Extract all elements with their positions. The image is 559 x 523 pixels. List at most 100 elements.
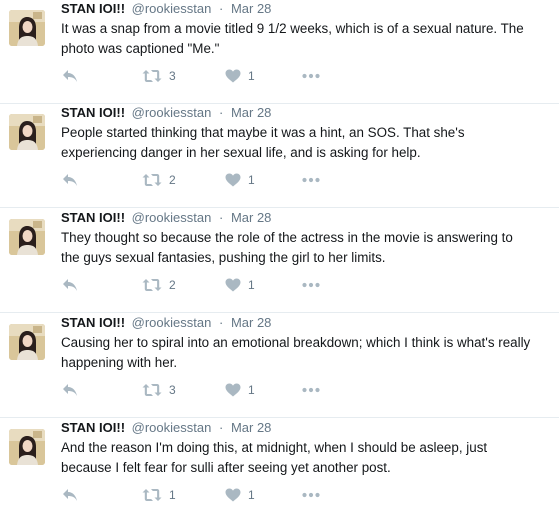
tweet-header: STAN IOI!! @rookiesstan · Mar 28 xyxy=(61,210,271,226)
more-dots-icon xyxy=(302,492,320,498)
user-name[interactable]: STAN IOI!! xyxy=(61,1,125,16)
reply-button[interactable] xyxy=(62,67,78,85)
more-button[interactable] xyxy=(302,486,320,504)
like-button[interactable]: 1 xyxy=(225,171,255,189)
like-button[interactable]: 1 xyxy=(225,67,255,85)
more-dots-icon xyxy=(302,282,320,288)
heart-icon xyxy=(225,383,241,397)
tweet-actions: 2 1 xyxy=(0,171,559,189)
like-button[interactable]: 1 xyxy=(225,486,255,504)
user-handle[interactable]: @rookiesstan xyxy=(132,210,212,225)
retweet-count: 1 xyxy=(169,488,176,502)
retweet-count: 3 xyxy=(169,383,176,397)
retweet-button[interactable]: 3 xyxy=(142,67,176,85)
avatar[interactable] xyxy=(9,429,45,465)
tweet-header: STAN IOI!! @rookiesstan · Mar 28 xyxy=(61,1,271,17)
retweet-icon xyxy=(142,173,162,187)
user-name[interactable]: STAN IOI!! xyxy=(61,105,125,120)
tweet-text-line: because I felt fear for sulli after seei… xyxy=(61,460,391,475)
user-handle[interactable]: @rookiesstan xyxy=(132,105,212,120)
tweet-text-line: Causing her to spiral into an emotional … xyxy=(61,335,531,350)
avatar[interactable] xyxy=(9,10,45,46)
tweet-text-line: experiencing danger in her sexual life, … xyxy=(61,145,421,160)
tweet-header: STAN IOI!! @rookiesstan · Mar 28 xyxy=(61,420,271,436)
tweet-actions: 3 1 xyxy=(0,381,559,399)
retweet-button[interactable]: 2 xyxy=(142,276,176,294)
tweet-text-line: And the reason I'm doing this, at midnig… xyxy=(61,440,488,455)
meta-separator: · xyxy=(218,1,224,16)
like-button[interactable]: 1 xyxy=(225,381,255,399)
tweet-actions: 1 1 xyxy=(0,486,559,504)
like-count: 1 xyxy=(248,173,255,187)
user-handle[interactable]: @rookiesstan xyxy=(132,315,212,330)
retweet-icon xyxy=(142,69,162,83)
heart-icon xyxy=(225,278,241,292)
tweet-text-line: People started thinking that maybe it wa… xyxy=(61,125,465,140)
avatar[interactable] xyxy=(9,324,45,360)
retweet-icon xyxy=(142,488,162,502)
meta-separator: · xyxy=(218,210,224,225)
reply-icon xyxy=(62,488,78,502)
more-button[interactable] xyxy=(302,67,320,85)
retweet-button[interactable]: 1 xyxy=(142,486,176,504)
retweet-icon xyxy=(142,383,162,397)
retweet-icon xyxy=(142,278,162,292)
reply-button[interactable] xyxy=(62,381,78,399)
user-handle[interactable]: @rookiesstan xyxy=(132,420,212,435)
tweet-date[interactable]: Mar 28 xyxy=(231,420,271,435)
user-name[interactable]: STAN IOI!! xyxy=(61,315,125,330)
more-dots-icon xyxy=(302,177,320,183)
reply-icon xyxy=(62,69,78,83)
tweet-date[interactable]: Mar 28 xyxy=(231,1,271,16)
more-button[interactable] xyxy=(302,276,320,294)
user-name[interactable]: STAN IOI!! xyxy=(61,210,125,225)
avatar[interactable] xyxy=(9,114,45,150)
more-dots-icon xyxy=(302,73,320,79)
reply-button[interactable] xyxy=(62,276,78,294)
tweet-date[interactable]: Mar 28 xyxy=(231,210,271,225)
reply-icon xyxy=(62,173,78,187)
like-count: 1 xyxy=(248,383,255,397)
meta-separator: · xyxy=(218,105,224,120)
reply-button[interactable] xyxy=(62,171,78,189)
retweet-count: 3 xyxy=(169,69,176,83)
tweet-text-line: It was a snap from a movie titled 9 1/2 … xyxy=(61,21,524,36)
tweet[interactable]: STAN IOI!! @rookiesstan · Mar 28 Causing… xyxy=(0,314,559,418)
tweet-date[interactable]: Mar 28 xyxy=(231,315,271,330)
meta-separator: · xyxy=(218,420,224,435)
more-button[interactable] xyxy=(302,171,320,189)
tweet-date[interactable]: Mar 28 xyxy=(231,105,271,120)
user-name[interactable]: STAN IOI!! xyxy=(61,420,125,435)
like-count: 1 xyxy=(248,69,255,83)
heart-icon xyxy=(225,488,241,502)
tweet-text-line: happening with her. xyxy=(61,355,178,370)
tweet-actions: 3 1 xyxy=(0,67,559,85)
tweet[interactable]: STAN IOI!! @rookiesstan · Mar 28 People … xyxy=(0,104,559,208)
tweet[interactable]: STAN IOI!! @rookiesstan · Mar 28 They th… xyxy=(0,209,559,313)
tweet-text: And the reason I'm doing this, at midnig… xyxy=(61,438,559,478)
tweet-text: It was a snap from a movie titled 9 1/2 … xyxy=(61,19,559,59)
reply-button[interactable] xyxy=(62,486,78,504)
like-button[interactable]: 1 xyxy=(225,276,255,294)
tweet-text: They thought so because the role of the … xyxy=(61,228,559,268)
tweet-text-line: photo was captioned "Me." xyxy=(61,41,220,56)
retweet-button[interactable]: 2 xyxy=(142,171,176,189)
tweet-text-line: They thought so because the role of the … xyxy=(61,230,513,245)
tweet-header: STAN IOI!! @rookiesstan · Mar 28 xyxy=(61,315,271,331)
tweet[interactable]: STAN IOI!! @rookiesstan · Mar 28 It was … xyxy=(0,0,559,104)
tweet-text: People started thinking that maybe it wa… xyxy=(61,123,559,163)
meta-separator: · xyxy=(218,315,224,330)
heart-icon xyxy=(225,173,241,187)
retweet-count: 2 xyxy=(169,278,176,292)
more-button[interactable] xyxy=(302,381,320,399)
like-count: 1 xyxy=(248,488,255,502)
heart-icon xyxy=(225,69,241,83)
reply-icon xyxy=(62,278,78,292)
avatar[interactable] xyxy=(9,219,45,255)
retweet-count: 2 xyxy=(169,173,176,187)
like-count: 1 xyxy=(248,278,255,292)
tweet[interactable]: STAN IOI!! @rookiesstan · Mar 28 And the… xyxy=(0,419,559,523)
user-handle[interactable]: @rookiesstan xyxy=(132,1,212,16)
retweet-button[interactable]: 3 xyxy=(142,381,176,399)
tweet-text: Causing her to spiral into an emotional … xyxy=(61,333,559,373)
